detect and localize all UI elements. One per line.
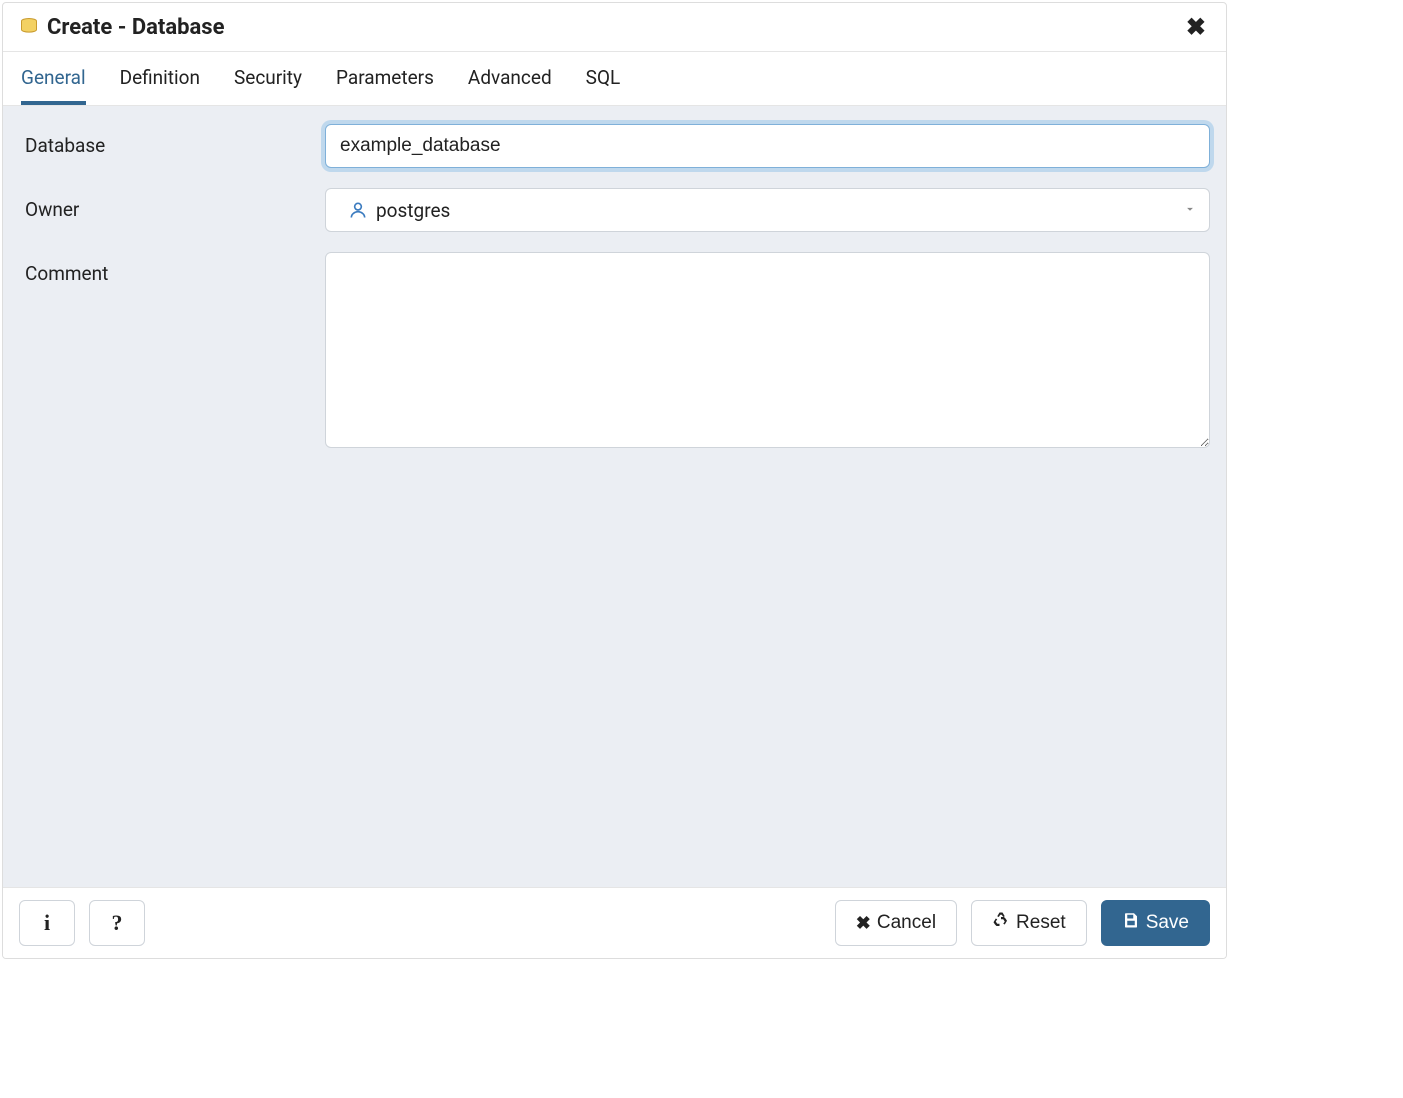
- help-icon: ?: [112, 910, 123, 936]
- label-owner: Owner: [25, 188, 325, 221]
- dialog-title: Create - Database: [47, 15, 1182, 40]
- row-database: Database: [25, 124, 1216, 168]
- save-icon: [1122, 911, 1140, 935]
- row-comment: Comment: [25, 252, 1216, 453]
- user-icon: [348, 200, 368, 220]
- row-owner: Owner postgres: [25, 188, 1216, 232]
- database-input[interactable]: [325, 124, 1210, 168]
- comment-textarea[interactable]: [325, 252, 1210, 448]
- tab-general[interactable]: General: [21, 52, 86, 105]
- chevron-down-icon: [1183, 200, 1197, 221]
- recycle-icon: [992, 911, 1010, 935]
- label-comment: Comment: [25, 252, 325, 285]
- cancel-button[interactable]: ✖ Cancel: [835, 900, 957, 946]
- tab-sql[interactable]: SQL: [586, 52, 621, 105]
- tab-definition[interactable]: Definition: [120, 52, 200, 105]
- dialog-body: Database Owner postgres: [3, 106, 1226, 887]
- tabs: General Definition Security Parameters A…: [3, 52, 1226, 106]
- reset-button[interactable]: Reset: [971, 900, 1087, 946]
- cancel-label: Cancel: [877, 912, 936, 934]
- tab-security[interactable]: Security: [234, 52, 302, 105]
- tab-parameters[interactable]: Parameters: [336, 52, 434, 105]
- close-button[interactable]: ✖: [1182, 13, 1210, 41]
- label-database: Database: [25, 124, 325, 157]
- save-button[interactable]: Save: [1101, 900, 1210, 946]
- reset-label: Reset: [1016, 912, 1066, 934]
- dialog-header: Create - Database ✖: [3, 3, 1226, 52]
- info-icon: i: [44, 910, 50, 936]
- create-database-dialog: Create - Database ✖ General Definition S…: [2, 2, 1227, 959]
- owner-value: postgres: [376, 199, 1183, 222]
- info-button[interactable]: i: [19, 900, 75, 946]
- help-button[interactable]: ?: [89, 900, 145, 946]
- close-icon: ✖: [856, 913, 871, 934]
- database-icon: [19, 17, 39, 37]
- save-label: Save: [1146, 912, 1189, 934]
- tab-advanced[interactable]: Advanced: [468, 52, 552, 105]
- dialog-footer: i ? ✖ Cancel Reset Save: [3, 887, 1226, 958]
- owner-select[interactable]: postgres: [325, 188, 1210, 232]
